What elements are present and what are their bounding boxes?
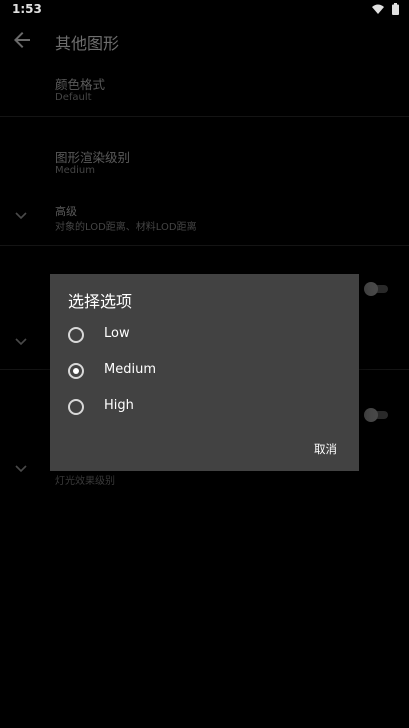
pref-summary: 对象的LOD距离、材料LOD距离 <box>55 222 197 233</box>
toggle-switch[interactable] <box>364 282 388 296</box>
radio-button-selected[interactable] <box>68 363 84 379</box>
toggle-thumb <box>364 408 378 422</box>
status-bar: 1:53 <box>0 0 409 20</box>
pref-title: 图形渲染级别 <box>55 150 131 165</box>
pref-summary: Medium <box>55 165 95 176</box>
radio-button[interactable] <box>68 327 84 343</box>
pref-title: 颜色格式 <box>55 77 106 92</box>
radio-button[interactable] <box>68 399 84 415</box>
chevron-down-icon[interactable] <box>14 337 28 347</box>
status-time: 1:53 <box>12 2 42 16</box>
cancel-button[interactable]: 取消 <box>314 441 337 457</box>
pref-summary: 灯光效果级别 <box>55 476 115 487</box>
page-title: 其他图形 <box>55 34 120 53</box>
option-low[interactable]: Low <box>50 318 359 352</box>
toggle-thumb <box>364 282 378 296</box>
option-high[interactable]: High <box>50 390 359 424</box>
wifi-icon <box>372 4 384 14</box>
option-label: High <box>104 398 134 413</box>
chevron-down-icon <box>15 212 27 220</box>
divider <box>0 116 409 117</box>
arrow-back-icon[interactable] <box>10 28 34 52</box>
app-bar: 其他图形 <box>0 20 409 60</box>
battery-icon <box>392 3 399 15</box>
dialog-title: 选择选项 <box>68 292 133 311</box>
chevron-down-icon <box>15 465 27 473</box>
option-medium[interactable]: Medium <box>50 354 359 388</box>
pref-title: 高级 <box>55 205 77 218</box>
option-label: Low <box>104 326 130 341</box>
pref-summary: Default <box>55 92 92 103</box>
select-option-dialog: 选择选项 Low Medium High 取消 <box>50 274 359 471</box>
option-label: Medium <box>104 362 156 377</box>
divider <box>0 245 409 246</box>
status-icons <box>372 3 399 15</box>
toggle-switch[interactable] <box>364 408 388 422</box>
